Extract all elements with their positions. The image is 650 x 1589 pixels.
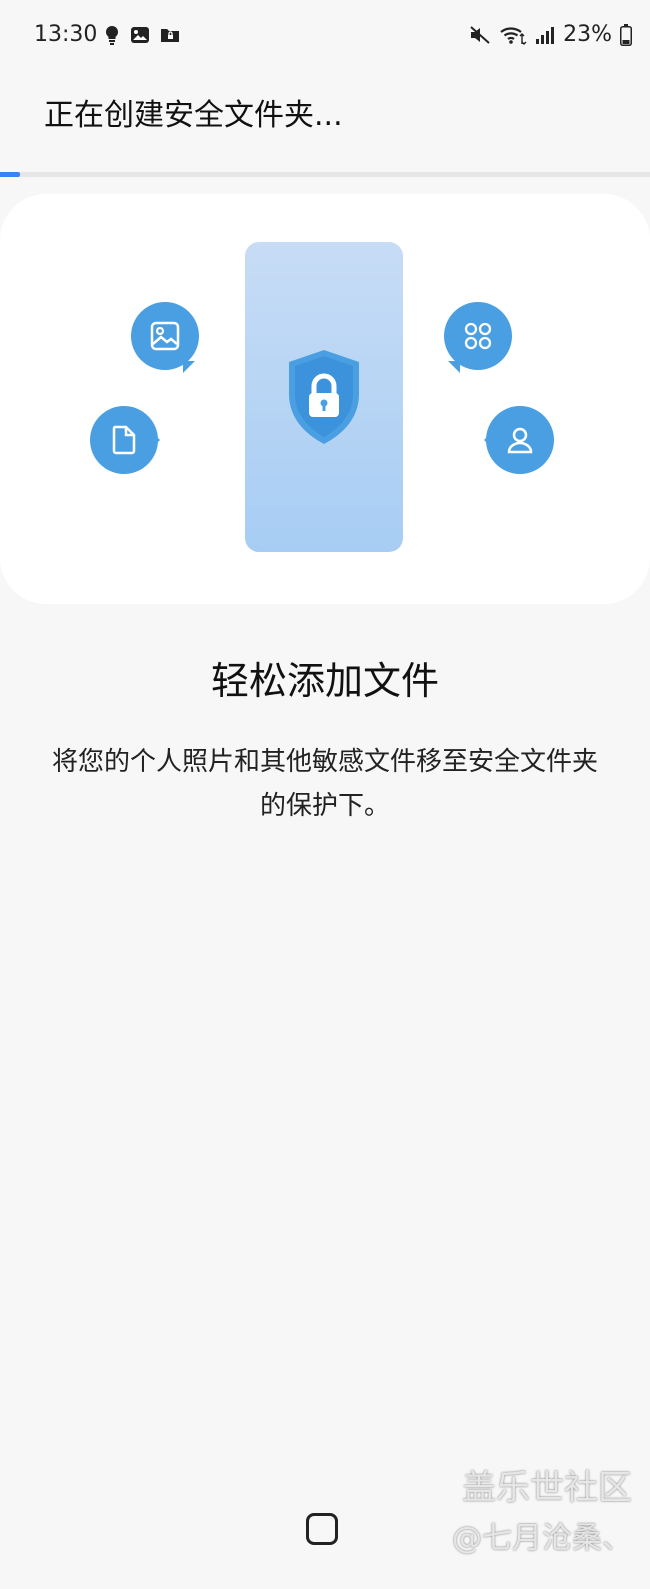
page-title: 正在创建安全文件夹...	[44, 98, 343, 133]
image-icon	[150, 321, 180, 351]
progress-fill	[0, 172, 20, 177]
document-bubble	[90, 406, 160, 474]
signal-icon	[536, 26, 555, 44]
hero-illustration	[0, 194, 650, 604]
home-button[interactable]	[306, 1513, 338, 1545]
feature-title: 轻松添加文件	[210, 659, 439, 703]
bulb-icon	[105, 25, 119, 45]
mute-icon	[470, 25, 490, 44]
user-icon	[507, 427, 533, 454]
watermark-line2: @七月沧桑、	[452, 1521, 632, 1556]
apps-icon	[464, 322, 492, 350]
battery-percent: 23%	[563, 22, 612, 47]
image-icon	[131, 27, 149, 43]
image-bubble	[131, 302, 199, 373]
shield-lock-icon	[289, 350, 359, 444]
status-bar: 13:30 23%	[0, 0, 650, 70]
progress-bar	[0, 172, 650, 177]
apps-bubble	[444, 302, 512, 373]
document-icon	[112, 425, 136, 455]
status-icons-right: 23%	[469, 22, 632, 47]
watermark: 盖乐世社区 @七月沧桑、	[452, 1460, 632, 1557]
wifi-icon	[500, 26, 527, 45]
status-time: 13:30	[34, 22, 98, 47]
status-icons-left	[104, 25, 180, 45]
watermark-line1: 盖乐世社区	[462, 1468, 632, 1508]
user-bubble	[484, 406, 554, 474]
folder-lock-icon	[161, 29, 179, 42]
battery-icon	[620, 23, 632, 46]
phone-illustration	[245, 242, 403, 552]
feature-description: 将您的个人照片和其他敏感文件移至安全文件夹的保护下。	[51, 747, 598, 821]
